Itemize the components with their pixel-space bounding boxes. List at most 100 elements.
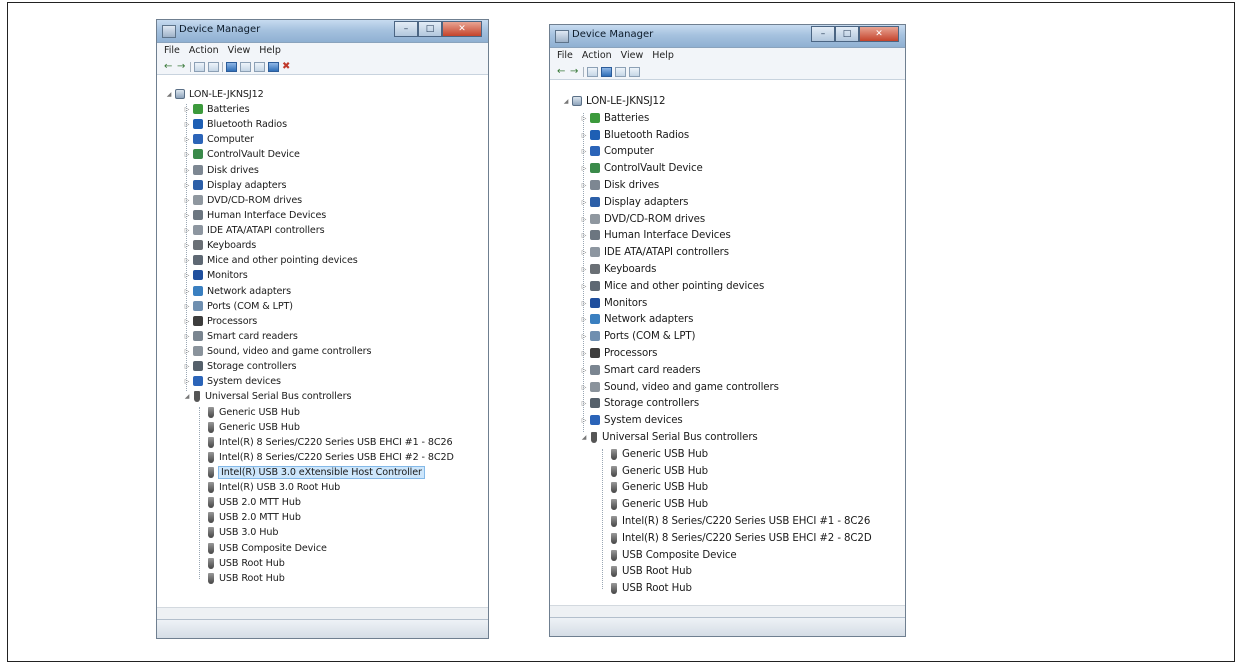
device-tree[interactable]: ◢ LON-LE-JKNSJ12 ▷ Batteries ▷ Bluetooth Radi…	[157, 20, 488, 638]
expand-arrow-icon[interactable]: ▷	[183, 242, 191, 249]
expand-arrow-icon[interactable]: ▷	[580, 148, 588, 155]
usb-device-item[interactable]: Intel(R) 8 Series/C220 Series USB EHCI #…	[205, 450, 454, 464]
usb-device-item[interactable]: USB Root Hub	[608, 581, 692, 595]
expand-arrow-icon[interactable]: ▷	[183, 303, 191, 310]
usb-device-item[interactable]: USB Composite Device	[205, 541, 327, 555]
tree-category-keyboards[interactable]: ▷ Keyboards	[183, 238, 257, 252]
expand-arrow-icon[interactable]: ▷	[580, 216, 588, 223]
tree-category-human-interface-devices[interactable]: ▷ Human Interface Devices	[183, 208, 327, 222]
expand-arrow-icon[interactable]: ▷	[580, 232, 588, 239]
usb-device-item[interactable]: USB 3.0 Hub	[205, 525, 278, 539]
expand-arrow-icon[interactable]: ▷	[183, 288, 191, 295]
device-tree[interactable]: ◢ LON-LE-JKNSJ12 ▷ Batteries ▷ Bluetooth Radi…	[550, 25, 905, 636]
tree-category-processors[interactable]: ▷ Processors	[580, 346, 658, 360]
tree-category-mice-and-other-pointing-devices[interactable]: ▷ Mice and other pointing devices	[183, 253, 358, 267]
tree-category-system-devices[interactable]: ▷ System devices	[183, 374, 281, 388]
tree-category-ports-com-lpt[interactable]: ▷ Ports (COM & LPT)	[183, 299, 293, 313]
expand-arrow-icon[interactable]: ▷	[580, 266, 588, 273]
expand-arrow-icon[interactable]: ▷	[580, 316, 588, 323]
tree-category-storage-controllers[interactable]: ▷ Storage controllers	[580, 396, 700, 410]
collapse-arrow-icon[interactable]: ◢	[183, 393, 191, 400]
tree-category-system-devices[interactable]: ▷ System devices	[580, 413, 683, 427]
tree-category-sound-video-and-game-controllers[interactable]: ▷ Sound, video and game controllers	[580, 380, 779, 394]
tree-category-smart-card-readers[interactable]: ▷ Smart card readers	[580, 363, 701, 377]
tree-category-keyboards[interactable]: ▷ Keyboards	[580, 262, 657, 276]
tree-category-display-adapters[interactable]: ▷ Display adapters	[183, 178, 287, 192]
expand-arrow-icon[interactable]: ▷	[580, 132, 588, 139]
expand-arrow-icon[interactable]: ▷	[183, 212, 191, 219]
tree-category-mice-and-other-pointing-devices[interactable]: ▷ Mice and other pointing devices	[580, 279, 765, 293]
tree-category-smart-card-readers[interactable]: ▷ Smart card readers	[183, 329, 298, 343]
tree-category-monitors[interactable]: ▷ Monitors	[183, 268, 248, 282]
expand-arrow-icon[interactable]: ▷	[183, 348, 191, 355]
expand-arrow-icon[interactable]: ▷	[580, 115, 588, 122]
usb-device-item[interactable]: Generic USB Hub	[205, 405, 300, 419]
expand-arrow-icon[interactable]: ▷	[580, 384, 588, 391]
expand-arrow-icon[interactable]: ▷	[183, 197, 191, 204]
expand-arrow-icon[interactable]: ▷	[183, 363, 191, 370]
tree-category-controlvault-device[interactable]: ▷ ControlVault Device	[580, 161, 703, 175]
expand-arrow-icon[interactable]: ▷	[183, 333, 191, 340]
expand-arrow-icon[interactable]: ▷	[183, 182, 191, 189]
expand-arrow-icon[interactable]: ▷	[580, 182, 588, 189]
expand-arrow-icon[interactable]: ▷	[183, 151, 191, 158]
usb-device-item[interactable]: Intel(R) 8 Series/C220 Series USB EHCI #…	[608, 514, 870, 528]
tree-category-display-adapters[interactable]: ▷ Display adapters	[580, 195, 689, 209]
expand-arrow-icon[interactable]: ▷	[580, 333, 588, 340]
expand-arrow-icon[interactable]: ▷	[580, 249, 588, 256]
tree-category-batteries[interactable]: ▷ Batteries	[580, 111, 650, 125]
usb-device-item[interactable]: Generic USB Hub	[608, 464, 708, 478]
expand-arrow-icon[interactable]: ▷	[183, 121, 191, 128]
tree-category-network-adapters[interactable]: ▷ Network adapters	[183, 284, 291, 298]
expand-arrow-icon[interactable]: ▷	[580, 417, 588, 424]
usb-device-item[interactable]: USB Composite Device	[608, 548, 737, 562]
expand-arrow-icon[interactable]: ▷	[580, 350, 588, 357]
usb-device-item[interactable]: USB Root Hub	[205, 556, 285, 570]
tree-category-universal-serial-bus-controllers[interactable]: ◢ Universal Serial Bus controllers	[183, 389, 351, 403]
expand-arrow-icon[interactable]: ▷	[183, 136, 191, 143]
tree-category-controlvault-device[interactable]: ▷ ControlVault Device	[183, 147, 300, 161]
device-manager-window-before[interactable]: Device Manager – □ ✕ File Action View Help ← → ✖ ◢ L…	[156, 19, 489, 639]
collapse-arrow-icon[interactable]: ◢	[165, 91, 173, 98]
collapse-arrow-icon[interactable]: ◢	[580, 434, 588, 441]
expand-arrow-icon[interactable]: ▷	[580, 400, 588, 407]
tree-category-ports-com-lpt[interactable]: ▷ Ports (COM & LPT)	[580, 329, 696, 343]
expand-arrow-icon[interactable]: ▷	[183, 272, 191, 279]
expand-arrow-icon[interactable]: ▷	[183, 257, 191, 264]
tree-category-sound-video-and-game-controllers[interactable]: ▷ Sound, video and game controllers	[183, 344, 372, 358]
usb-device-item[interactable]: Intel(R) USB 3.0 eXtensible Host Control…	[205, 465, 425, 479]
tree-category-computer[interactable]: ▷ Computer	[183, 132, 254, 146]
tree-category-bluetooth-radios[interactable]: ▷ Bluetooth Radios	[580, 128, 689, 142]
tree-category-dvd-cd-rom-drives[interactable]: ▷ DVD/CD-ROM drives	[580, 212, 705, 226]
expand-arrow-icon[interactable]: ▷	[580, 199, 588, 206]
tree-category-network-adapters[interactable]: ▷ Network adapters	[580, 312, 694, 326]
device-manager-window-after[interactable]: Device Manager – □ ✕ File Action View Help ← → ◢ LO…	[549, 24, 906, 637]
tree-category-computer[interactable]: ▷ Computer	[580, 144, 654, 158]
tree-category-batteries[interactable]: ▷ Batteries	[183, 102, 250, 116]
usb-device-item[interactable]: USB 2.0 MTT Hub	[205, 495, 301, 509]
expand-arrow-icon[interactable]: ▷	[183, 106, 191, 113]
usb-device-item[interactable]: Intel(R) USB 3.0 Root Hub	[205, 480, 340, 494]
tree-category-ide-ata-atapi-controllers[interactable]: ▷ IDE ATA/ATAPI controllers	[580, 245, 729, 259]
usb-device-item[interactable]: Intel(R) 8 Series/C220 Series USB EHCI #…	[608, 531, 872, 545]
expand-arrow-icon[interactable]: ▷	[580, 367, 588, 374]
expand-arrow-icon[interactable]: ▷	[183, 167, 191, 174]
expand-arrow-icon[interactable]: ▷	[580, 165, 588, 172]
tree-category-human-interface-devices[interactable]: ▷ Human Interface Devices	[580, 228, 731, 242]
expand-arrow-icon[interactable]: ▷	[183, 318, 191, 325]
tree-category-processors[interactable]: ▷ Processors	[183, 314, 258, 328]
tree-root-computer[interactable]: ◢ LON-LE-JKNSJ12	[165, 87, 264, 101]
tree-category-dvd-cd-rom-drives[interactable]: ▷ DVD/CD-ROM drives	[183, 193, 302, 207]
usb-device-item[interactable]: USB Root Hub	[608, 564, 692, 578]
tree-category-disk-drives[interactable]: ▷ Disk drives	[580, 178, 660, 192]
usb-device-item[interactable]: Generic USB Hub	[608, 497, 708, 511]
usb-device-item[interactable]: Generic USB Hub	[608, 447, 708, 461]
tree-root-computer[interactable]: ◢ LON-LE-JKNSJ12	[562, 94, 666, 108]
tree-category-universal-serial-bus-controllers[interactable]: ◢ Universal Serial Bus controllers	[580, 430, 758, 444]
usb-device-item[interactable]: Generic USB Hub	[608, 480, 708, 494]
tree-category-disk-drives[interactable]: ▷ Disk drives	[183, 163, 259, 177]
usb-device-item[interactable]: Generic USB Hub	[205, 420, 300, 434]
tree-category-ide-ata-atapi-controllers[interactable]: ▷ IDE ATA/ATAPI controllers	[183, 223, 325, 237]
tree-category-bluetooth-radios[interactable]: ▷ Bluetooth Radios	[183, 117, 287, 131]
usb-device-item[interactable]: USB 2.0 MTT Hub	[205, 510, 301, 524]
